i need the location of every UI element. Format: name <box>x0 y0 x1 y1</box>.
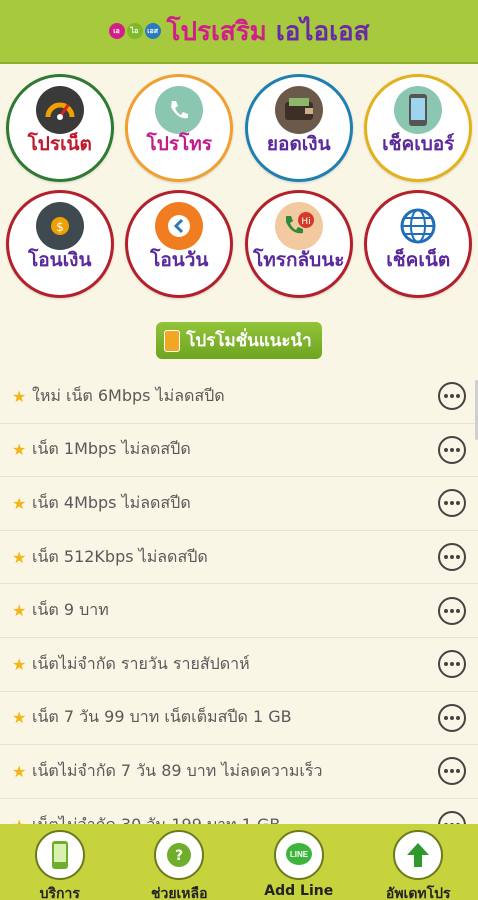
tile-balance[interactable]: ยอดเงิน <box>244 74 353 182</box>
tile-label: โทรกลับนะ <box>253 249 345 271</box>
list-item[interactable]: ★ เน็ต 4Mbps ไม่ลดสปีด <box>0 477 478 531</box>
list-item[interactable]: ★ เน็ต 1Mbps ไม่ลดสปีด <box>0 424 478 478</box>
list-item-text: เน็ต 512Kbps ไม่ลดสปีด <box>32 546 208 566</box>
more-options-icon[interactable] <box>438 650 466 679</box>
list-item-text: เน็ตไม่จำกัด รายวัน รายสัปดาห์ <box>32 653 250 673</box>
tile-label: โปรเน็ต <box>27 133 92 155</box>
help-icon: ? <box>154 830 205 880</box>
list-item[interactable]: ★ เน็ต 7 วัน 99 บาท เน็ตเต็มสปีด 1 GB <box>0 692 478 746</box>
line-icon: LINE <box>273 830 324 880</box>
svg-text:?: ? <box>175 848 183 864</box>
promo-label: โปรโมชั่นแนะนำ <box>186 331 312 351</box>
list-item-text: เน็ต 9 บาท <box>32 600 109 620</box>
promo-phone-icon <box>164 329 181 352</box>
star-icon: ★ <box>12 761 27 781</box>
star-icon: ★ <box>12 601 27 621</box>
star-icon: ★ <box>12 708 27 728</box>
more-options-icon[interactable] <box>438 757 466 786</box>
ais-logo: เอ ไอ เอส <box>108 23 161 39</box>
svg-text:LINE: LINE <box>290 850 309 859</box>
title-part2: เอไอเอส <box>275 16 370 47</box>
list-item-text: เน็ตไม่จำกัด 7 วัน 89 บาท ไม่ลดความเร็ว <box>32 760 323 780</box>
star-icon: ★ <box>12 440 27 460</box>
nav-label: Add Line <box>264 883 334 899</box>
phone-icon <box>155 86 204 134</box>
tile-label: โปรโทร <box>146 133 212 155</box>
money-transfer-icon: $ <box>35 202 84 250</box>
nav-label: อัพเดทโปร <box>385 886 451 900</box>
list-item[interactable]: ★ เน็ต 9 บาท <box>0 584 478 638</box>
tile-pro-net[interactable]: โปรเน็ต <box>5 74 114 182</box>
nav-add-line[interactable]: LINE Add Line <box>239 824 359 900</box>
bottom-nav: บริการ ? ช่วยเหลือ LINE Add Line อัพเดทโ… <box>0 824 478 900</box>
list-item-text: เน็ต 4Mbps ไม่ลดสปีด <box>32 492 191 512</box>
tile-label: เช็คเน็ต <box>386 249 451 271</box>
svg-text:$: $ <box>56 220 64 234</box>
nav-services[interactable]: บริการ <box>0 824 120 900</box>
more-options-icon[interactable] <box>438 435 466 464</box>
promo-header: โปรโมชั่นแนะนำ <box>0 322 478 359</box>
tile-transfer-days[interactable]: โอนวัน <box>125 190 234 298</box>
list-item[interactable]: ★ เน็ต 512Kbps ไม่ลดสปีด <box>0 531 478 585</box>
star-icon: ★ <box>12 547 27 567</box>
nav-update-pro[interactable]: อัพเดทโปร <box>359 824 478 900</box>
star-icon: ★ <box>12 493 27 513</box>
svg-text:Hi: Hi <box>301 217 310 227</box>
list-item-text: เน็ต 1Mbps ไม่ลดสปีด <box>32 439 191 459</box>
more-options-icon[interactable] <box>438 703 466 732</box>
promo-badge: โปรโมชั่นแนะนำ <box>156 322 322 359</box>
list-item-text: เน็ต 7 วัน 99 บาท เน็ตเต็มสปีด 1 GB <box>32 707 292 727</box>
update-arrow-icon <box>393 830 444 880</box>
nav-label: ช่วยเหลือ <box>150 886 208 900</box>
tile-label: เช็คเบอร์ <box>382 133 455 155</box>
more-options-icon[interactable] <box>438 543 466 572</box>
speedometer-icon <box>35 86 84 134</box>
logo-letter: ไอ <box>126 23 143 39</box>
tile-check-number[interactable]: เช็คเบอร์ <box>364 74 473 182</box>
tile-check-net[interactable]: เช็คเน็ต <box>364 190 473 298</box>
menu-grid: โปรเน็ต โปรโทร ยอดเงิน เช็คเบอร์ $ โอนเง… <box>0 74 478 298</box>
nav-label: บริการ <box>39 886 80 900</box>
call-back-icon: Hi <box>274 202 323 250</box>
clock-icon <box>155 202 204 250</box>
list-item[interactable]: ★ ใหม่ เน็ต 6Mbps ไม่ลดสปีด <box>0 370 478 424</box>
tile-label: โอนเงิน <box>28 249 92 271</box>
tile-transfer-money[interactable]: $ โอนเงิน <box>5 190 114 298</box>
tile-label: โอนวัน <box>150 249 209 271</box>
globe-icon <box>394 202 443 250</box>
more-options-icon[interactable] <box>438 489 466 518</box>
smartphone-icon <box>394 86 443 134</box>
phone-service-icon <box>34 830 85 880</box>
tile-label: ยอดเงิน <box>266 133 331 155</box>
logo-letter: เอส <box>144 23 161 39</box>
more-options-icon[interactable] <box>438 596 466 625</box>
tile-pro-call[interactable]: โปรโทร <box>125 74 234 182</box>
wallet-icon <box>274 86 323 134</box>
promotion-list: ★ ใหม่ เน็ต 6Mbps ไม่ลดสปีด ★ เน็ต 1Mbps ไ… <box>0 370 478 853</box>
app-header: เอ ไอ เอส โปรเสริม เอไอเอส <box>0 0 478 64</box>
list-item-text: ใหม่ เน็ต 6Mbps ไม่ลดสปีด <box>32 385 225 405</box>
list-item[interactable]: ★ เน็ตไม่จำกัด รายวัน รายสัปดาห์ <box>0 638 478 692</box>
logo-letter: เอ <box>108 23 125 39</box>
tile-call-back[interactable]: Hi โทรกลับนะ <box>244 190 353 298</box>
title-part1: โปรเสริม <box>166 16 267 47</box>
list-item[interactable]: ★ เน็ตไม่จำกัด 7 วัน 89 บาท ไม่ลดความเร็ว <box>0 745 478 799</box>
app-title: โปรเสริม เอไอเอส <box>167 11 370 52</box>
star-icon: ★ <box>12 386 27 406</box>
more-options-icon[interactable] <box>438 382 466 411</box>
nav-help[interactable]: ? ช่วยเหลือ <box>120 824 240 900</box>
star-icon: ★ <box>12 654 27 674</box>
